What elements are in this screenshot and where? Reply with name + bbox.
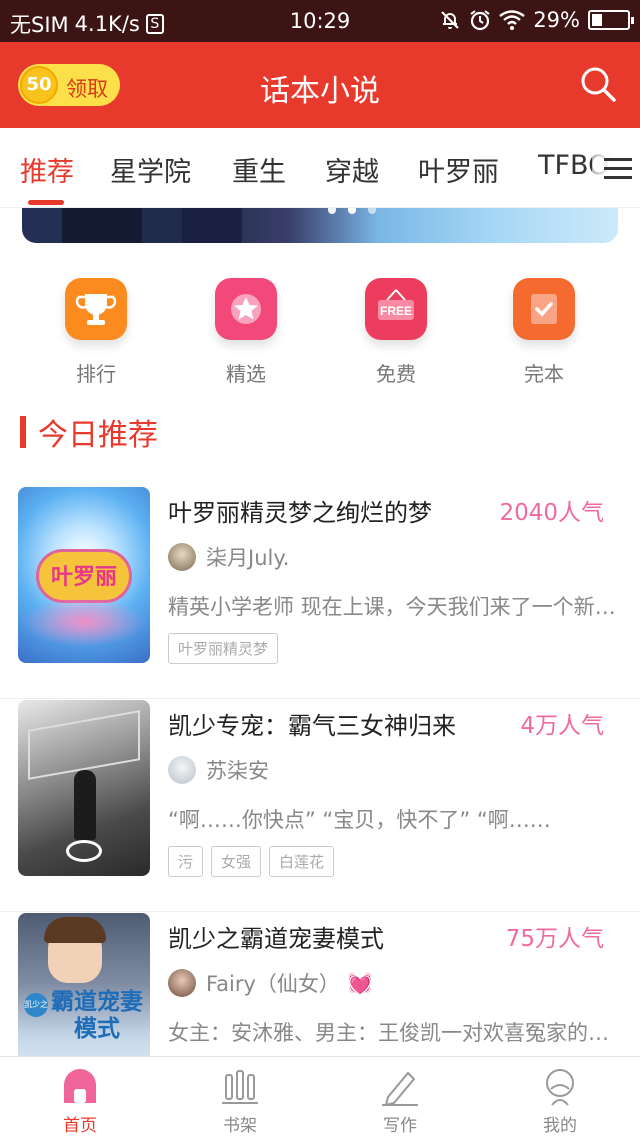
book-description: “啊……你快点” “宝贝，快不了” “啊…… bbox=[168, 808, 551, 832]
menu-icon[interactable] bbox=[592, 128, 640, 207]
book-popularity: 2040人气 bbox=[499, 500, 604, 526]
nav-profile[interactable]: 我的 bbox=[480, 1057, 640, 1138]
promo-banner[interactable] bbox=[22, 208, 618, 243]
home-icon bbox=[60, 1067, 100, 1107]
cover-hair bbox=[44, 917, 106, 943]
search-icon[interactable] bbox=[578, 64, 618, 104]
cover-bow bbox=[66, 840, 102, 862]
book-title: 凯少之霸道宠妻模式 bbox=[168, 925, 384, 953]
banner-dot bbox=[368, 208, 376, 214]
tab-rebirth[interactable]: 重生 bbox=[232, 150, 286, 189]
tab-time-travel[interactable]: 穿越 bbox=[325, 150, 379, 189]
book-item[interactable]: 凯少专宠：霸气三女神归来 4万人气 苏柒安 “啊……你快点” “宝贝，快不了” … bbox=[0, 700, 640, 912]
book-description: 精英小学老师 现在上课，今天我们来了一个新同学 bbox=[168, 595, 624, 619]
page-title: 话本小说 bbox=[260, 74, 380, 109]
star-icon bbox=[215, 278, 277, 340]
status-bar: 无SIM 4.1K/s S 10:29 29% bbox=[0, 0, 640, 42]
section-title: 今日推荐 bbox=[38, 418, 158, 453]
tab-yeluoli[interactable]: 叶罗丽 bbox=[418, 150, 499, 189]
book-cover[interactable]: 叶罗丽 bbox=[18, 487, 150, 663]
battery-fill bbox=[592, 14, 602, 26]
banner-dot bbox=[348, 208, 356, 214]
book-popularity: 75万人气 bbox=[505, 926, 604, 952]
section-header: 今日推荐 bbox=[20, 412, 158, 453]
banner-dot bbox=[328, 208, 336, 214]
wifi-icon bbox=[499, 10, 526, 30]
tag[interactable]: 女强 bbox=[211, 846, 262, 877]
author-row: 柒月July. bbox=[168, 542, 289, 572]
category-free[interactable]: FREE 免费 bbox=[336, 278, 456, 387]
status-right: 29% bbox=[439, 8, 634, 32]
category-featured[interactable]: 精选 bbox=[186, 278, 306, 387]
tag[interactable]: 白莲花 bbox=[269, 846, 335, 877]
tab-star-academy[interactable]: 星学院 bbox=[110, 150, 191, 189]
pencil-icon bbox=[380, 1067, 420, 1107]
author-name: 苏柒安 bbox=[206, 759, 269, 783]
category-ranking[interactable]: 排行 bbox=[36, 278, 156, 387]
book-title: 凯少专宠：霸气三女神归来 bbox=[168, 712, 456, 740]
book-title: 叶罗丽精灵梦之绚烂的梦 bbox=[168, 499, 432, 527]
cover-title: 霸道宠妻模式 bbox=[51, 989, 143, 1042]
do-not-disturb-icon bbox=[441, 11, 460, 29]
avatar bbox=[168, 543, 196, 571]
avatar bbox=[168, 969, 196, 997]
banner-figure-2 bbox=[182, 208, 242, 243]
nav-home[interactable]: 首页 bbox=[0, 1057, 160, 1138]
check-book-icon bbox=[513, 278, 575, 340]
profile-icon bbox=[540, 1067, 580, 1107]
tag[interactable]: 污 bbox=[168, 846, 204, 877]
book-item[interactable]: 叶罗丽 叶罗丽精灵梦之绚烂的梦 2040人气 柒月July. 精英小学老师 现在… bbox=[0, 487, 640, 699]
book-popularity: 4万人气 bbox=[520, 713, 604, 739]
free-sign-icon: FREE bbox=[365, 278, 427, 340]
category-tabs: 推荐 星学院 重生 穿越 叶罗丽 TFBOYS bbox=[0, 128, 640, 208]
nav-label: 首页 bbox=[63, 1116, 97, 1136]
nav-label: 我的 bbox=[543, 1116, 577, 1136]
tab-recommend[interactable]: 推荐 bbox=[20, 150, 74, 189]
author-row: 苏柒安 bbox=[168, 755, 269, 785]
nav-bookshelf[interactable]: 书架 bbox=[160, 1057, 320, 1138]
author-row: Fairy（仙女） 💓 bbox=[168, 968, 373, 998]
cover-figure bbox=[74, 770, 96, 840]
bookshelf-icon bbox=[220, 1067, 260, 1107]
active-tab-indicator bbox=[28, 200, 64, 205]
author-name: Fairy（仙女） bbox=[206, 972, 340, 996]
trophy-icon bbox=[65, 278, 127, 340]
cover-decoration bbox=[22, 597, 146, 647]
category-label: 精选 bbox=[226, 362, 266, 386]
nav-label: 写作 bbox=[383, 1116, 417, 1136]
section-marker bbox=[20, 416, 26, 448]
bottom-nav: 首页 书架 写作 我的 bbox=[0, 1056, 640, 1138]
author-name: 柒月July. bbox=[206, 546, 290, 570]
nav-label: 书架 bbox=[223, 1116, 257, 1136]
banner-figure bbox=[62, 208, 142, 243]
app-header: 50 领取 话本小说 bbox=[0, 42, 640, 128]
cover-title: 叶罗丽 bbox=[50, 565, 117, 590]
battery-percent: 29% bbox=[533, 8, 580, 32]
tag[interactable]: 叶罗丽精灵梦 bbox=[168, 633, 279, 664]
cover-badge: 凯少之 bbox=[24, 993, 48, 1017]
quick-categories: 排行 精选 FREE 免费 完本 bbox=[0, 278, 640, 388]
book-cover[interactable] bbox=[18, 700, 150, 876]
alarm-icon bbox=[470, 10, 490, 31]
category-label: 排行 bbox=[76, 362, 116, 386]
battery-icon bbox=[588, 10, 634, 30]
tag-list: 污 女强 白莲花 bbox=[168, 846, 335, 877]
avatar bbox=[168, 756, 196, 784]
author-badge-icon: 💓 bbox=[347, 971, 373, 995]
category-label: 免费 bbox=[376, 362, 416, 386]
category-label: 完本 bbox=[524, 362, 564, 386]
nav-write[interactable]: 写作 bbox=[320, 1057, 480, 1138]
tag-list: 叶罗丽精灵梦 bbox=[168, 633, 279, 664]
svg-text:FREE: FREE bbox=[380, 304, 412, 318]
category-completed[interactable]: 完本 bbox=[484, 278, 604, 387]
book-description: 女主：安沐雅、男主：王俊凯一对欢喜冤家的故事 bbox=[168, 1021, 624, 1045]
